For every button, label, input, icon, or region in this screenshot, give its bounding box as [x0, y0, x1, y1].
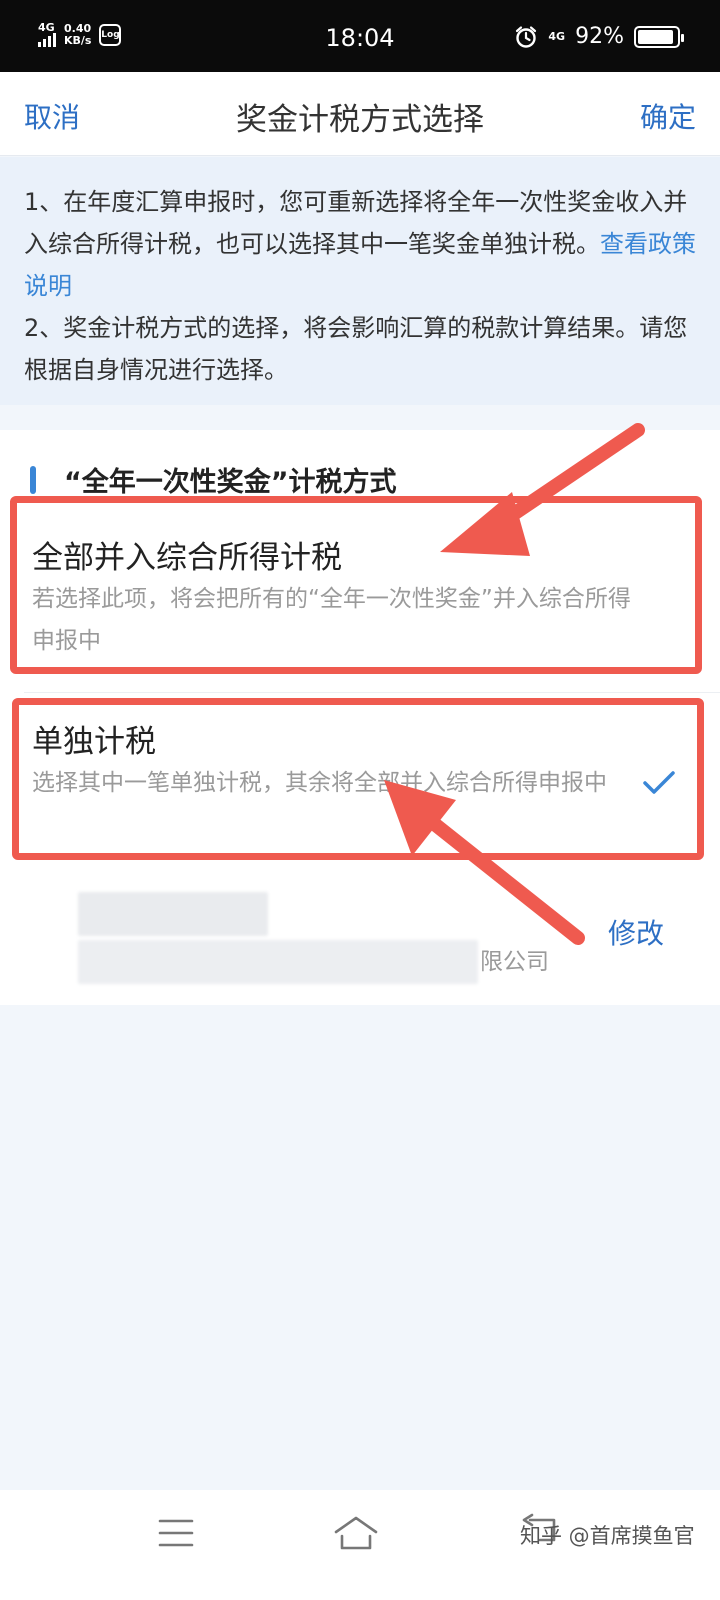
home-icon[interactable] [332, 1512, 380, 1552]
divider [24, 692, 720, 693]
page-title: 奖金计税方式选择 [236, 102, 484, 138]
status-bar: 4G 0.40 KB/s Log 18:04 4G 92% [0, 0, 720, 72]
section-accent-bar [30, 465, 36, 494]
redacted-text [78, 940, 478, 984]
menu-icon[interactable] [158, 1518, 194, 1548]
system-nav-bar: 知乎 @首席摸鱼官 [0, 1490, 720, 1600]
network-type-right: 4G [548, 30, 566, 43]
redacted-text [78, 892, 268, 936]
status-right: 4G 92% [514, 24, 684, 49]
section-header: “全年一次性奖金”计税方式 [30, 460, 397, 499]
alarm-icon [516, 25, 537, 48]
confirm-button[interactable]: 确定 [640, 96, 696, 136]
watermark: 知乎 @首席摸鱼官 [520, 1524, 695, 1548]
edit-button[interactable]: 修改 [608, 912, 664, 952]
notice-item-2: 2、奖金计税方式的选择，将会影响汇算的税款计算结果。请您根据自身情况进行选择。 [24, 314, 688, 384]
battery-percent: 92% [575, 24, 624, 49]
annotation-box [10, 496, 702, 674]
notice-item-1: 1、在年度汇算申报时，您可重新选择将全年一次性奖金收入并入综合所得计税，也可以选… [24, 188, 696, 300]
company-row: 限公司 修改 [0, 880, 720, 1000]
notice-panel: 1、在年度汇算申报时，您可重新选择将全年一次性奖金收入并入综合所得计税，也可以选… [0, 157, 720, 405]
company-name: 限公司 [480, 949, 549, 975]
annotation-box [12, 698, 704, 860]
nav-bar: 取消 奖金计税方式选择 确定 [0, 72, 720, 156]
battery-icon [634, 25, 684, 48]
section-title: “全年一次性奖金”计税方式 [64, 467, 397, 498]
